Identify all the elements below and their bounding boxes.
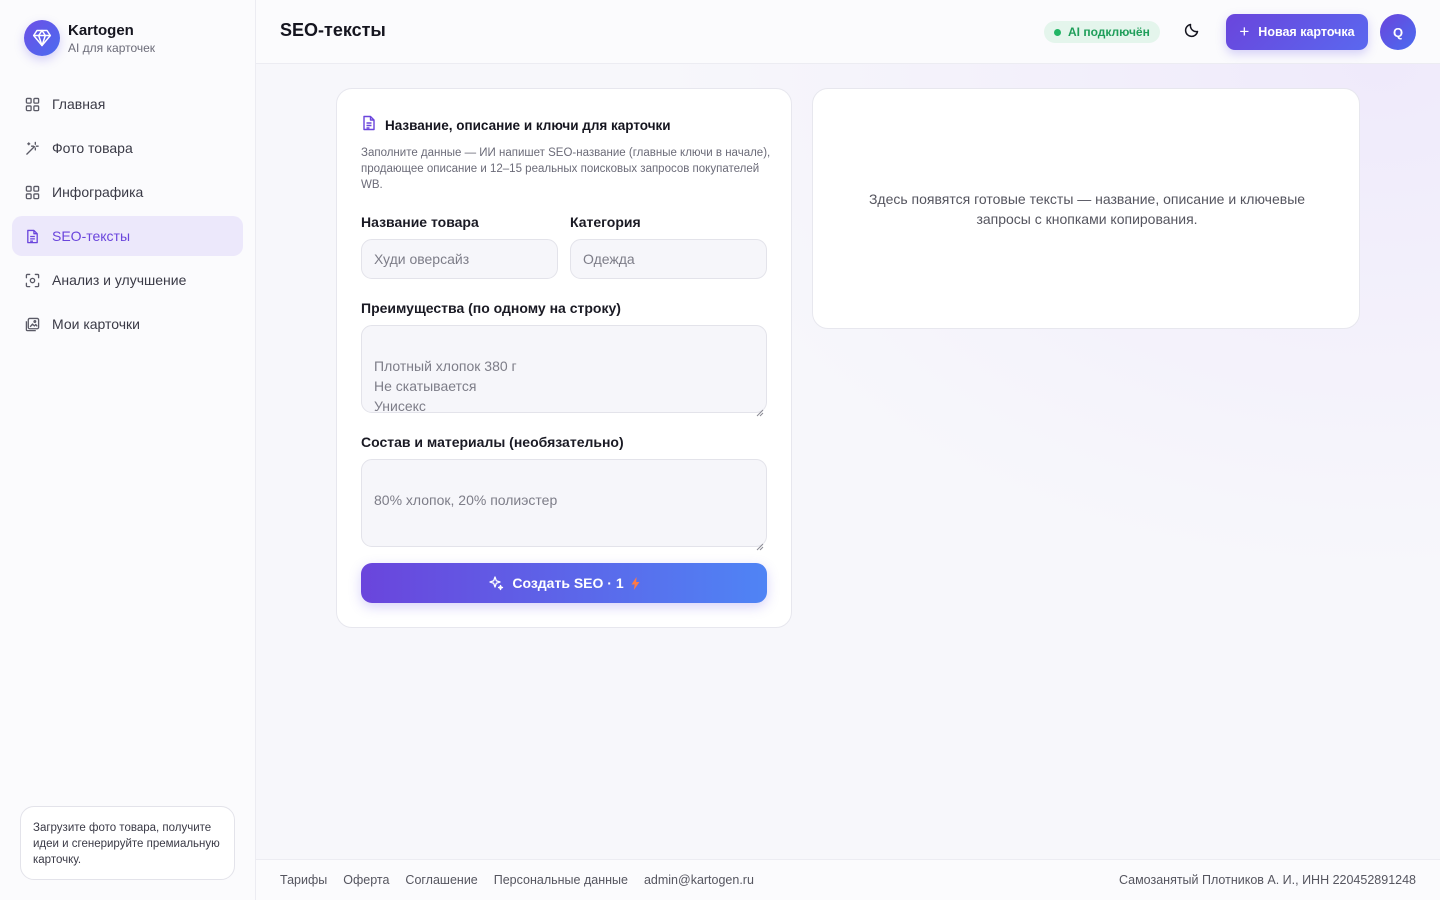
create-seo-label: Создать SEO · 1 (512, 575, 624, 591)
result-placeholder: Здесь появятся готовые тексты — название… (868, 191, 1306, 227)
brand-subtitle: AI для карточек (68, 40, 156, 55)
magic-wand-icon (24, 140, 40, 156)
resize-handle-icon[interactable] (756, 536, 764, 551)
new-card-label: Новая карточка (1258, 25, 1355, 39)
composition-label: Состав и материалы (необязательно) (361, 434, 624, 450)
lightning-icon (631, 576, 640, 590)
sidebar: Kartogen AI для карточек Главная Фото то… (0, 0, 256, 900)
sparkles-icon (488, 575, 504, 591)
page-title: SEO-тексты (280, 20, 386, 40)
composition-placeholder: 80% хлопок, 20% полиэстер (374, 492, 558, 508)
new-card-button[interactable]: + Новая карточка (1226, 14, 1368, 50)
status-dot-icon (1054, 28, 1061, 36)
sidebar-item-label: Инфографика (52, 184, 144, 200)
ai-status-badge: AI подключён (1044, 21, 1160, 43)
create-seo-button[interactable]: Создать SEO · 1 (361, 563, 767, 603)
sidebar-item-label: Анализ и улучшение (52, 272, 187, 288)
sidebar-item-seo-texts[interactable]: SEO-тексты (12, 216, 243, 256)
scan-icon (24, 272, 40, 288)
benefits-label: Преимущества (по одному на строку) (361, 300, 621, 316)
sidebar-item-label: Главная (52, 96, 106, 112)
sidebar-nav: Главная Фото товара Инфографика SEO-текс… (12, 84, 243, 348)
product-name-input[interactable]: Худи оверсайз (361, 239, 558, 279)
user-avatar[interactable]: Q (1380, 14, 1416, 50)
form-title: Название, описание и ключи для карточки (385, 118, 671, 133)
seo-form-card: Название, описание и ключи для карточки … (336, 88, 792, 628)
plus-icon: + (1239, 22, 1250, 41)
theme-toggle-button[interactable] (1182, 22, 1202, 42)
product-name-label: Название товара (361, 214, 479, 230)
footer-legal: Самозанятый Плотников А. И., ИНН 2204528… (1118, 873, 1416, 887)
top-bar: SEO-тексты AI подключён + Новая карточка… (256, 0, 1440, 64)
document-icon (24, 228, 40, 244)
footer-link-agreement[interactable]: Соглашение (405, 873, 477, 887)
form-description: Заполните данные — ИИ напишет SEO-назван… (361, 147, 771, 191)
images-icon (24, 316, 40, 332)
sidebar-item-analysis[interactable]: Анализ и улучшение (12, 260, 243, 300)
sidebar-item-home[interactable]: Главная (12, 84, 243, 124)
footer-link-tariffs[interactable]: Тарифы (280, 873, 327, 887)
ai-status-label: AI подключён (1068, 25, 1150, 39)
grid-icon (24, 184, 40, 200)
document-icon (361, 115, 377, 136)
footer: Тарифы Оферта Соглашение Персональные да… (256, 859, 1440, 900)
category-input[interactable]: Одежда (570, 239, 767, 279)
sidebar-item-product-photo[interactable]: Фото товара (12, 128, 243, 168)
resize-handle-icon[interactable] (756, 402, 764, 417)
composition-textarea[interactable]: 80% хлопок, 20% полиэстер (361, 459, 767, 551)
sidebar-item-label: Фото товара (52, 140, 133, 156)
brand[interactable]: Kartogen AI для карточек (24, 20, 155, 56)
seo-result-card: Здесь появятся готовые тексты — название… (812, 88, 1360, 329)
category-label: Категория (570, 214, 641, 230)
sidebar-item-label: SEO-тексты (52, 228, 131, 244)
grid-icon (24, 96, 40, 112)
footer-link-email[interactable]: admin@kartogen.ru (644, 873, 754, 887)
footer-links: Тарифы Оферта Соглашение Персональные да… (280, 873, 770, 887)
footer-link-personal-data[interactable]: Персональные данные (494, 873, 628, 887)
benefits-textarea[interactable]: Плотный хлопок 380 г Не скатывается Унис… (361, 325, 767, 417)
sidebar-tip: Загрузите фото товара, получите идеи и с… (20, 806, 235, 880)
footer-link-offer[interactable]: Оферта (343, 873, 389, 887)
sidebar-item-infographics[interactable]: Инфографика (12, 172, 243, 212)
diamond-icon (24, 20, 60, 56)
sidebar-item-my-cards[interactable]: Мои карточки (12, 304, 243, 344)
sidebar-item-label: Мои карточки (52, 316, 140, 332)
moon-icon (1184, 22, 1200, 43)
benefits-placeholder: Плотный хлопок 380 г Не скатывается Унис… (374, 358, 517, 414)
brand-name: Kartogen (68, 21, 134, 39)
